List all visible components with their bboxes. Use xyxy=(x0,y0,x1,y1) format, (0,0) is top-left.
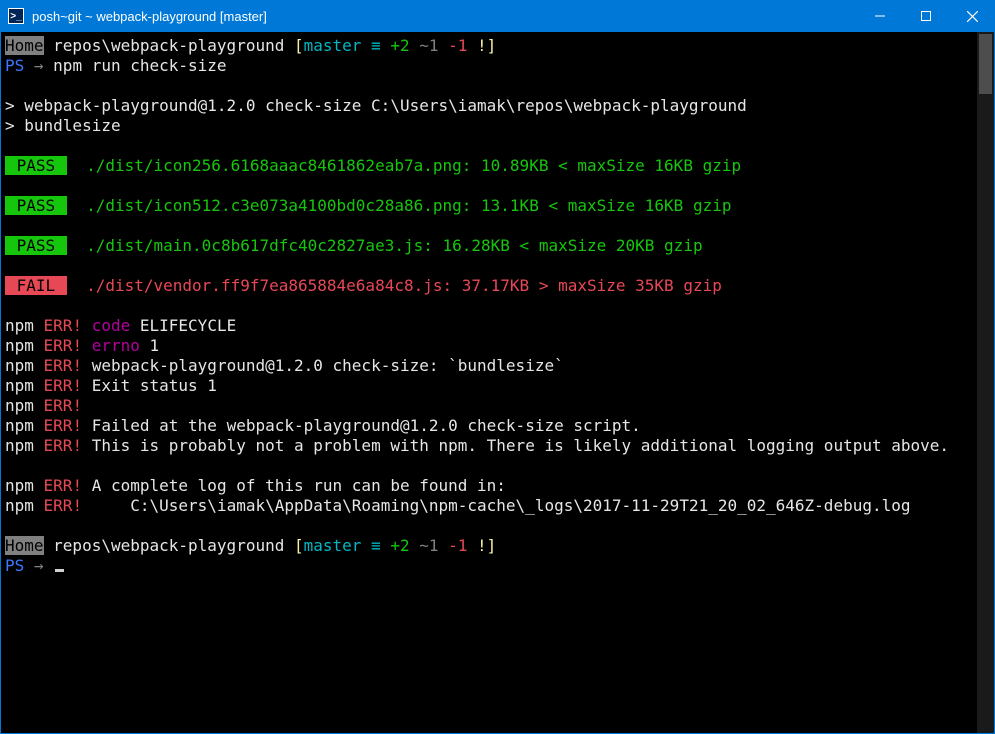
npm-run-header: > webpack-playground@1.2.0 check-size C:… xyxy=(5,96,747,115)
scrollbar-thumb[interactable] xyxy=(979,34,992,94)
prompt-path: repos\webpack-playground xyxy=(44,36,294,55)
branch-name: master xyxy=(304,36,362,55)
terminal-window: >_ posh~git ~ webpack-playground [master… xyxy=(0,0,995,734)
terminal-line xyxy=(5,296,977,316)
terminal-line: npm ERR! errno 1 xyxy=(5,336,977,356)
home-badge: Home xyxy=(5,536,44,555)
terminal-line xyxy=(5,136,977,156)
branch-name: master xyxy=(304,536,362,555)
ps-label: PS xyxy=(5,56,24,75)
terminal-line: PS → npm run check-size xyxy=(5,56,977,76)
prompt-arrow: → xyxy=(24,56,53,75)
ps-label: PS xyxy=(5,556,24,575)
terminal-line: PASS ./dist/main.0c8b617dfc40c2827ae3.js… xyxy=(5,236,977,256)
terminal-line xyxy=(5,256,977,276)
window-controls xyxy=(857,0,995,32)
window-title: posh~git ~ webpack-playground [master] xyxy=(32,9,267,24)
terminal-line: PASS ./dist/icon512.c3e073a4100bd0c28a86… xyxy=(5,196,977,216)
terminal-line: npm ERR! A complete log of this run can … xyxy=(5,476,977,496)
titlebar[interactable]: >_ posh~git ~ webpack-playground [master… xyxy=(0,0,995,32)
terminal-line: > bundlesize xyxy=(5,116,977,136)
terminal-line: npm ERR! code ELIFECYCLE xyxy=(5,316,977,336)
bundle-result: ./dist/icon512.c3e073a4100bd0c28a86.png:… xyxy=(67,196,732,215)
pass-badge: PASS xyxy=(5,196,67,215)
pass-badge: PASS xyxy=(5,156,67,175)
pass-badge: PASS xyxy=(5,236,67,255)
bundle-result: ./dist/icon256.6168aaac8461862eab7a.png:… xyxy=(67,156,741,175)
terminal-output[interactable]: Home repos\webpack-playground [master ≡ … xyxy=(1,32,977,733)
terminal-line: PS → xyxy=(5,556,977,576)
prompt-path: repos\webpack-playground xyxy=(44,536,294,555)
prompt-arrow: → xyxy=(24,556,53,575)
minimize-button[interactable] xyxy=(857,0,903,32)
terminal-line xyxy=(5,456,977,476)
terminal-line: npm ERR! Exit status 1 xyxy=(5,376,977,396)
client-area: Home repos\webpack-playground [master ≡ … xyxy=(1,32,994,733)
terminal-line: Home repos\webpack-playground [master ≡ … xyxy=(5,36,977,56)
terminal-line: npm ERR! C:\Users\iamak\AppData\Roaming\… xyxy=(5,496,977,516)
terminal-line: npm ERR! Failed at the webpack-playgroun… xyxy=(5,416,977,436)
fail-badge: FAIL xyxy=(5,276,67,295)
terminal-line: Home repos\webpack-playground [master ≡ … xyxy=(5,536,977,556)
terminal-line xyxy=(5,176,977,196)
close-button[interactable] xyxy=(949,0,995,32)
bundle-result: ./dist/main.0c8b617dfc40c2827ae3.js: 16.… xyxy=(67,236,703,255)
terminal-line: npm ERR! xyxy=(5,396,977,416)
terminal-line: FAIL ./dist/vendor.ff9f7ea865884e6a84c8.… xyxy=(5,276,977,296)
bundle-result: ./dist/vendor.ff9f7ea865884e6a84c8.js: 3… xyxy=(67,276,722,295)
powershell-icon: >_ xyxy=(8,8,24,24)
npm-run-subheader: > bundlesize xyxy=(5,116,121,135)
terminal-line: PASS ./dist/icon256.6168aaac8461862eab7a… xyxy=(5,156,977,176)
cursor xyxy=(55,569,64,572)
maximize-button[interactable] xyxy=(903,0,949,32)
terminal-line: npm ERR! This is probably not a problem … xyxy=(5,436,977,456)
scrollbar[interactable] xyxy=(977,32,994,733)
terminal-line: npm ERR! webpack-playground@1.2.0 check-… xyxy=(5,356,977,376)
terminal-line xyxy=(5,516,977,536)
terminal-line xyxy=(5,216,977,236)
terminal-line: > webpack-playground@1.2.0 check-size C:… xyxy=(5,96,977,116)
command: npm run check-size xyxy=(53,56,226,75)
home-badge: Home xyxy=(5,36,44,55)
terminal-line xyxy=(5,76,977,96)
